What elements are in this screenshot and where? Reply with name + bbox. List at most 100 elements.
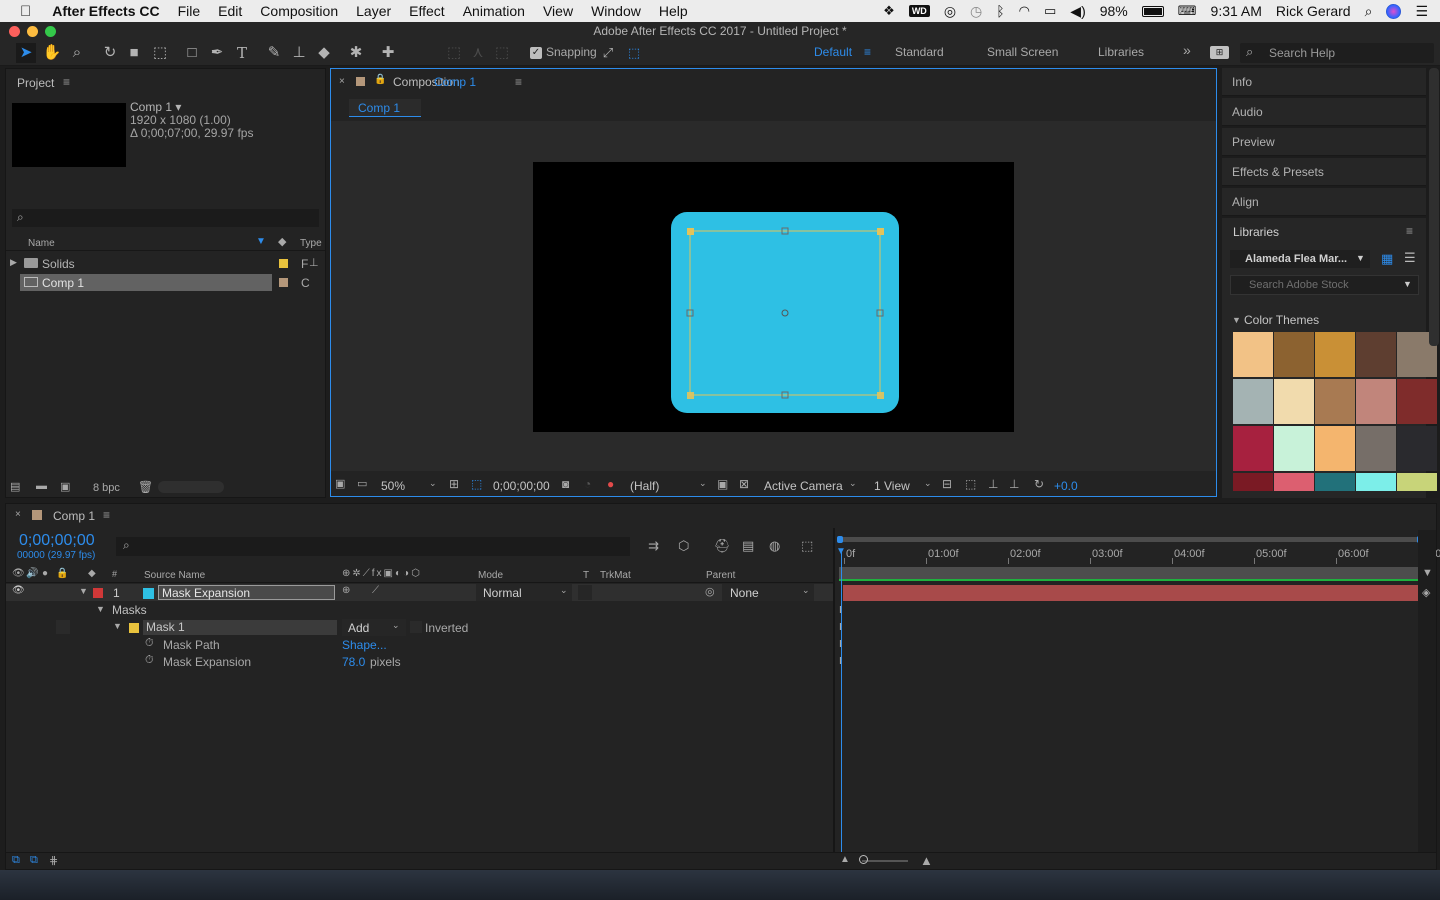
mask-expansion-row[interactable]: ⏱ Mask Expansion 78.0 pixels [6,653,834,670]
audio-switch-icon[interactable]: 🔊 [26,568,38,579]
color-swatch[interactable] [1233,379,1273,424]
column-mode[interactable]: Mode [478,570,503,581]
audio-panel[interactable]: Audio [1222,98,1426,126]
mask-row[interactable]: ▼ Mask 1 Add ⌄ Inverted [6,619,834,636]
layer-switches-toggle-icon[interactable]: ⧉ [12,854,20,867]
menu-window[interactable]: Window [582,3,650,19]
parent-select[interactable]: None ⌄ [722,584,814,601]
masks-group-row[interactable]: ▼ Masks [6,602,834,618]
workspace-libraries[interactable]: Libraries [1098,45,1144,59]
color-themes-grid[interactable] [1233,332,1437,498]
expand-triangle-icon[interactable]: ▶ [10,257,17,268]
app-menu[interactable]: After Effects CC [40,3,168,19]
layer-label-color[interactable] [93,588,103,598]
color-swatch[interactable] [1315,332,1355,377]
creative-cloud-icon[interactable]: ◎ [944,3,956,20]
lock-icon[interactable]: 🔒 [374,74,386,85]
snapshot-icon[interactable]: ◙ [562,477,569,491]
pen-tool-icon[interactable]: ✒ [207,43,227,63]
layer-quality-switch-icon[interactable]: ⟋ [372,585,379,596]
zoom-tool-icon[interactable]: ⌕ [67,43,87,63]
show-snapshot-icon[interactable]: ◔ [584,477,591,491]
comp-viewer[interactable] [331,121,1216,471]
project-panel-menu-icon[interactable]: ≡ [63,75,70,89]
mask-color-swatch[interactable] [129,623,139,633]
video-switch-icon[interactable]: 👁 [12,568,25,579]
color-swatch[interactable] [1315,473,1355,491]
siri-icon[interactable] [1386,3,1402,19]
camera-view-select[interactable]: Active Camera [764,479,843,493]
bit-depth-button[interactable]: 8 bpc [93,482,120,494]
expand-masks-icon[interactable]: ▼ [96,604,105,614]
label-column-icon[interactable]: ◆ [88,568,96,579]
trkmat-box[interactable] [578,585,592,600]
type-tool-icon[interactable]: T [232,43,252,63]
camera-tool-icon[interactable]: ■ [124,43,144,63]
workspace-default[interactable]: Default [814,45,852,59]
color-swatch[interactable] [1356,379,1396,424]
resolution-chevron-icon[interactable]: ⌄ [699,478,707,489]
layer-mode-select[interactable]: Normal ⌄ [476,584,572,601]
info-panel[interactable]: Info [1222,68,1426,96]
transparency-grid-icon[interactable]: ⊠ [739,477,749,491]
frame-blending-icon[interactable]: ▤ [742,538,754,554]
search-scope-chevron-icon[interactable]: ▼ [1403,279,1412,289]
inverted-checkbox[interactable] [410,621,422,633]
number-column-icon[interactable]: # [112,569,117,579]
column-name[interactable]: Name [28,238,55,249]
project-scroll-pill[interactable] [158,481,224,493]
grid-view-icon[interactable]: ▦ [1381,251,1393,267]
reset-exposure-icon[interactable]: ↻ [1034,477,1044,491]
display-icon[interactable]: ▭ [357,477,367,490]
mask-name-field[interactable]: Mask 1 [143,620,337,635]
user-name[interactable]: Rick Gerard [1276,3,1351,19]
effects-presets-panel[interactable]: Effects & Presets [1222,158,1426,186]
region-of-interest-icon[interactable]: ▣ [717,477,728,491]
list-view-icon[interactable]: ☰ [1404,250,1416,266]
project-item-name[interactable]: Comp 1 ▾ [130,100,181,114]
exposure-value[interactable]: +0.0 [1054,479,1078,493]
zoom-slider[interactable] [862,860,908,862]
workspace-default-menu-icon[interactable]: ≡ [864,45,871,59]
menu-file[interactable]: File [169,3,210,19]
project-search-input[interactable]: ⌕ [12,209,319,227]
close-window-button[interactable] [9,26,20,37]
work-area-bar[interactable] [837,536,1423,543]
timeline-search-input[interactable]: ⌕ [116,537,630,556]
solo-switch-icon[interactable]: ● [42,568,48,579]
safe-zones-icon[interactable]: ⊞ [449,477,459,491]
battery-icon[interactable] [1141,5,1164,17]
new-folder-icon[interactable]: ▬ [36,480,47,492]
timeline-divider[interactable] [833,528,835,852]
graph-editor-icon[interactable]: ⬚ [801,538,813,554]
expand-layer-icon[interactable]: ▼ [79,586,88,596]
spotlight-search-icon[interactable]: ⌕ [1365,3,1373,20]
label-color-swatch[interactable] [279,259,288,268]
rotation-tool-icon[interactable]: ↻ [100,43,120,63]
preview-panel[interactable]: Preview [1222,128,1426,156]
apple-menu-icon[interactable]:  [0,3,40,20]
sort-chevron-icon[interactable]: ▼ [256,236,266,247]
shy-layers-icon[interactable]: ⛑ [714,538,731,554]
color-swatch[interactable] [1274,332,1314,377]
color-swatch[interactable] [1274,379,1314,424]
minimize-window-button[interactable] [27,26,38,37]
menu-effect[interactable]: Effect [400,3,454,19]
project-row-comp[interactable]: Comp 1 C [6,274,325,291]
dropbox-icon[interactable]: ❖ [883,3,895,19]
layer-name-field[interactable]: Mask Expansion [158,585,335,600]
column-source-name[interactable]: Source Name [144,570,205,581]
playhead-handle-icon[interactable]: ▼ [836,546,846,557]
clock-time[interactable]: 9:31 AM [1211,3,1262,19]
color-swatch[interactable] [1274,473,1314,491]
zoom-out-icon[interactable]: ▲ [840,854,850,865]
work-area-strip[interactable] [839,567,1419,581]
pixel-aspect-icon[interactable]: ⊟ [942,477,952,491]
camera-view-chevron-icon[interactable]: ⌄ [849,478,857,489]
expand-mask-icon[interactable]: ▼ [113,621,122,631]
composition-panel-menu-icon[interactable]: ≡ [515,75,522,89]
menu-layer[interactable]: Layer [347,3,400,19]
more-workspaces-icon[interactable]: » [1183,42,1191,58]
snap-features-icon[interactable]: ⬚ [624,43,644,63]
library-select[interactable]: Alameda Flea Mar... ▼ [1230,250,1370,268]
